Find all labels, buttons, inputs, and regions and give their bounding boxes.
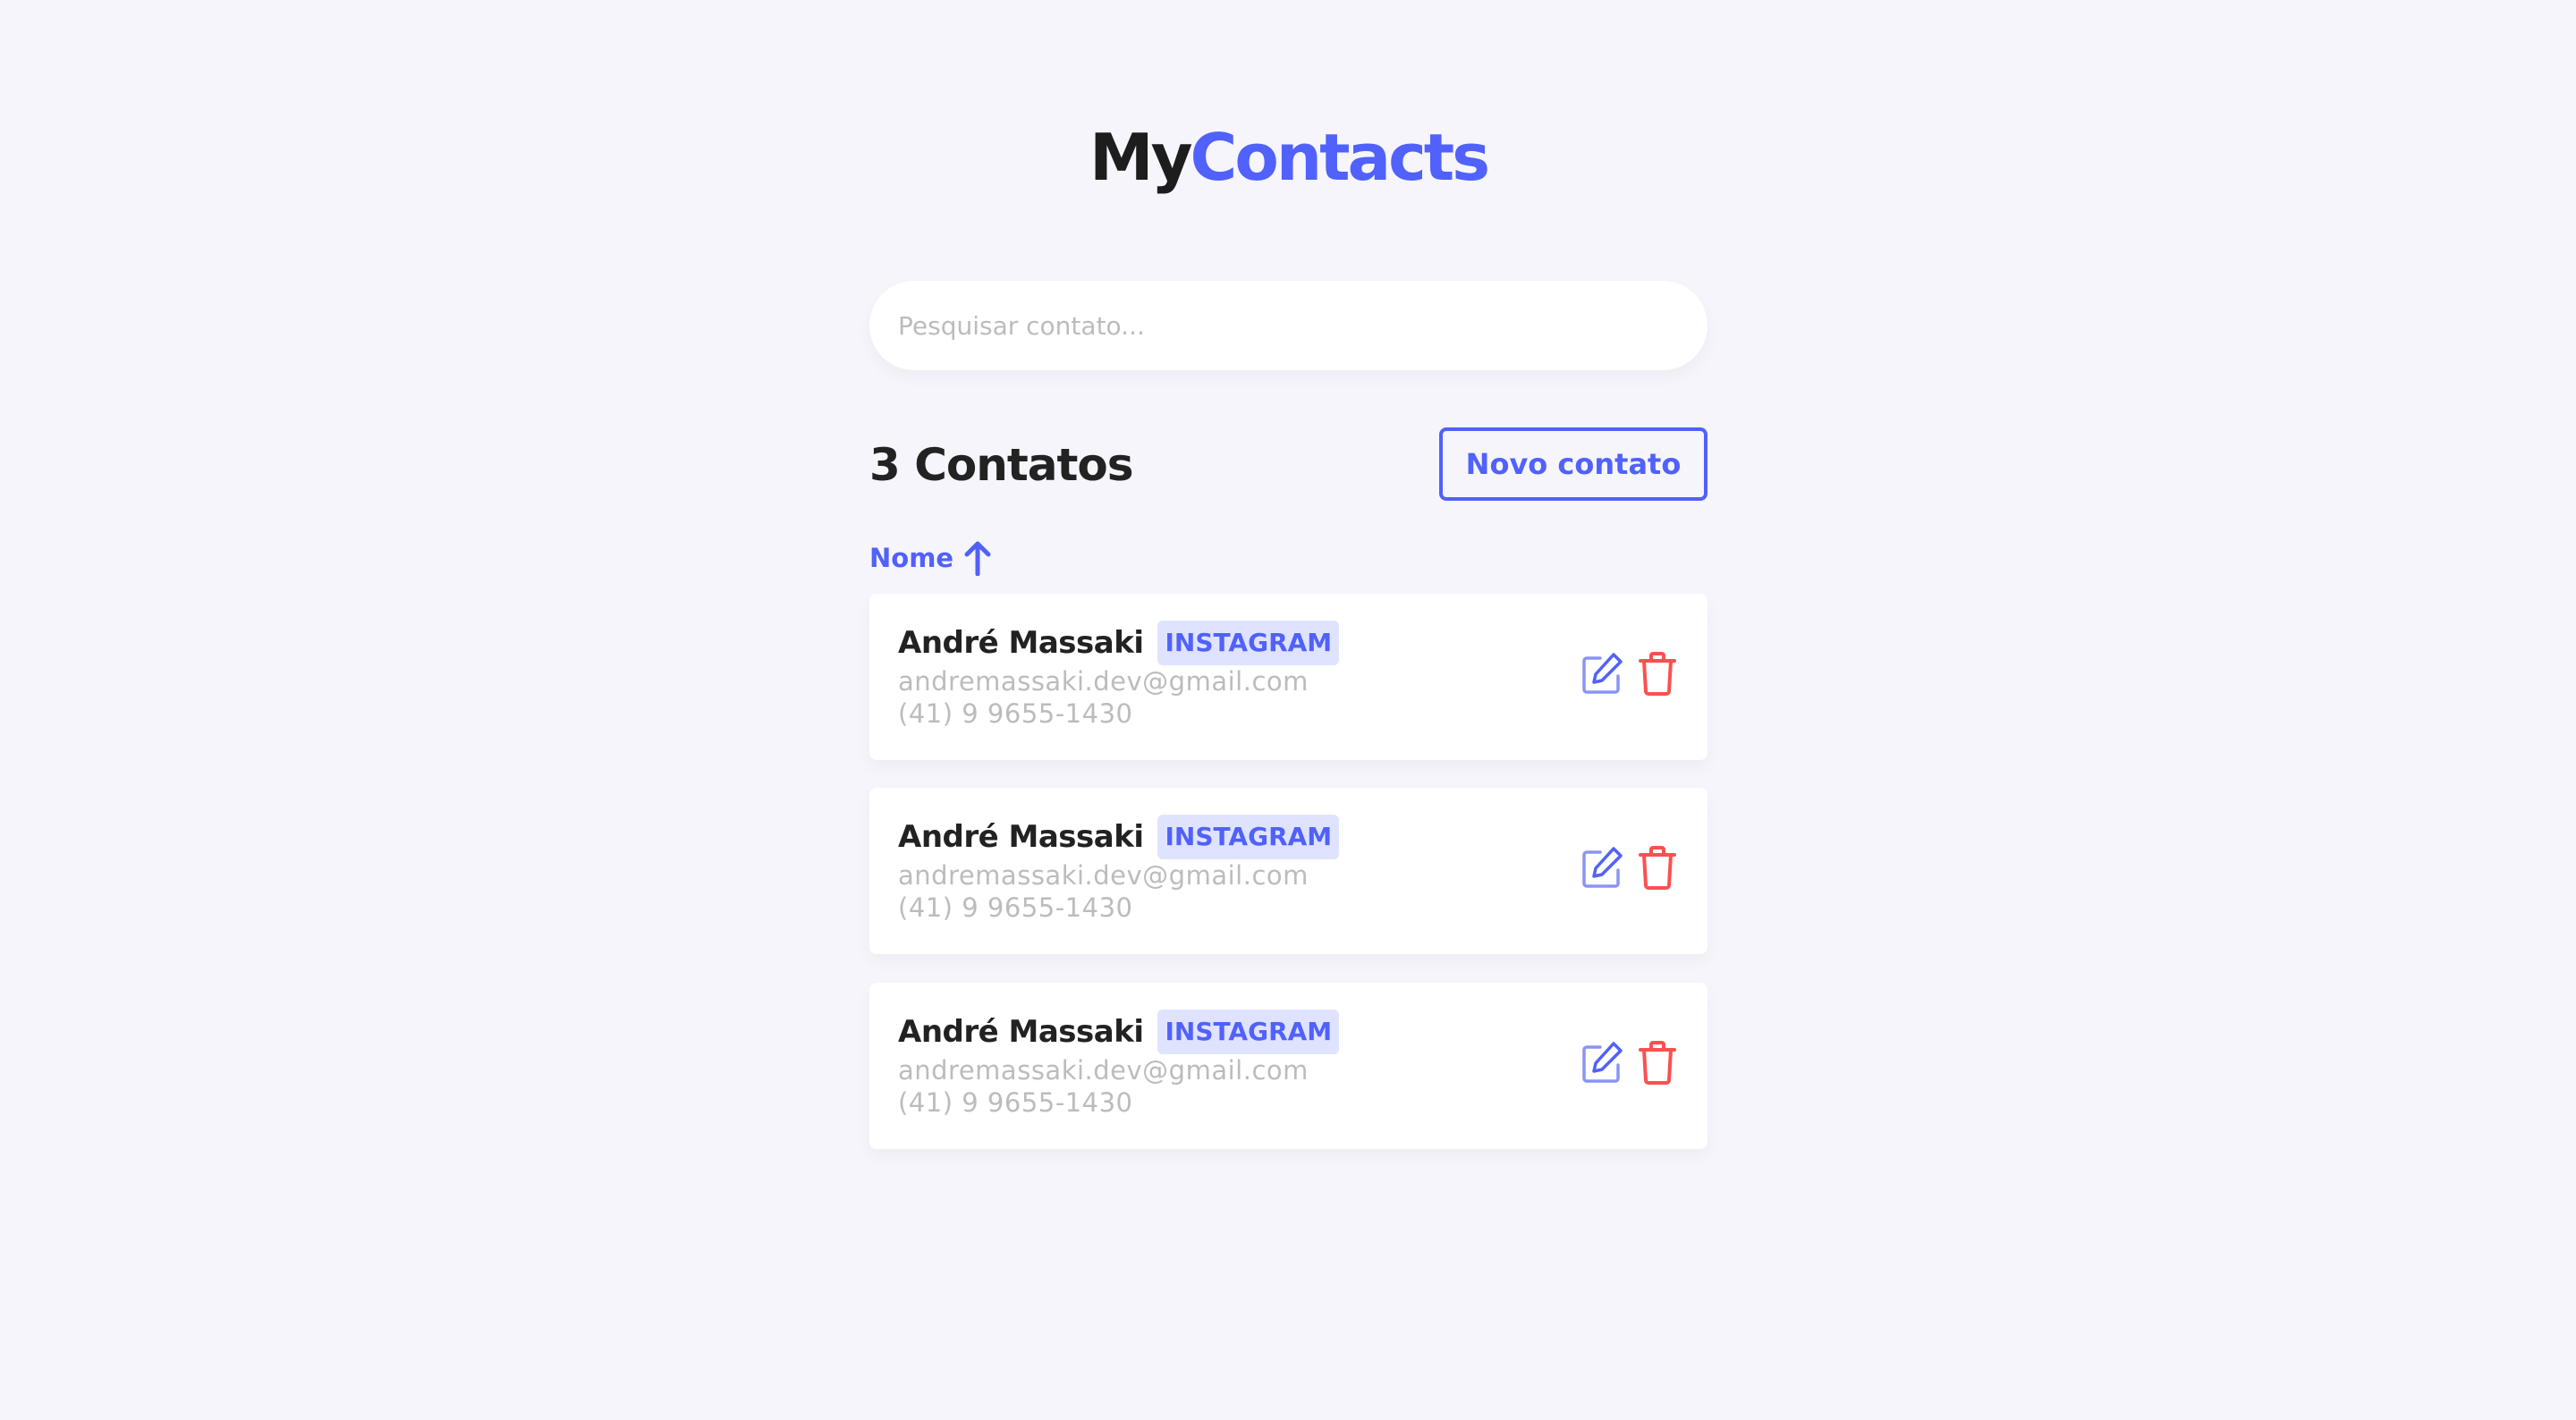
arrow-up-icon — [964, 541, 991, 576]
new-contact-button[interactable]: Novo contato — [1439, 427, 1707, 501]
list-header: 3 Contatos Novo contato — [869, 427, 1707, 501]
edit-contact-button[interactable] — [1580, 845, 1623, 890]
contact-info: André Massaki INSTAGRAM andremassaki.dev… — [898, 815, 1340, 924]
trash-icon — [1639, 1041, 1676, 1085]
contact-name-row: André Massaki INSTAGRAM — [898, 1010, 1340, 1054]
contact-email: andremassaki.dev@gmail.com — [898, 666, 1309, 697]
contact-card: André Massaki INSTAGRAM andremassaki.dev… — [869, 594, 1707, 760]
contact-phone: (41) 9 9655-1430 — [898, 698, 1133, 729]
contact-actions — [1580, 845, 1679, 890]
category-badge: INSTAGRAM — [1157, 621, 1340, 665]
category-badge: INSTAGRAM — [1157, 1010, 1340, 1054]
search-input[interactable] — [869, 281, 1707, 370]
delete-contact-button[interactable] — [1636, 845, 1679, 890]
delete-contact-button[interactable] — [1636, 651, 1679, 696]
category-badge: INSTAGRAM — [1157, 815, 1340, 859]
trash-icon — [1639, 652, 1676, 696]
contact-name: André Massaki — [898, 819, 1144, 855]
sort-by-name-button[interactable]: Nome — [869, 540, 991, 576]
contact-card: André Massaki INSTAGRAM andremassaki.dev… — [869, 983, 1707, 1149]
app-logo: MyContacts — [869, 114, 1707, 200]
contact-info: André Massaki INSTAGRAM andremassaki.dev… — [898, 621, 1340, 730]
contact-name-row: André Massaki INSTAGRAM — [898, 621, 1340, 665]
edit-icon — [1582, 1042, 1623, 1083]
delete-contact-button[interactable] — [1636, 1040, 1679, 1085]
contact-phone: (41) 9 9655-1430 — [898, 892, 1133, 923]
logo-contacts: Contacts — [1190, 120, 1491, 195]
contact-card: André Massaki INSTAGRAM andremassaki.dev… — [869, 788, 1707, 954]
contact-email: andremassaki.dev@gmail.com — [898, 1055, 1309, 1086]
edit-icon — [1582, 847, 1623, 888]
contact-actions — [1580, 1040, 1679, 1085]
edit-icon — [1582, 653, 1623, 694]
contact-actions — [1580, 651, 1679, 696]
logo-my: My — [1089, 120, 1193, 195]
contact-name-row: André Massaki INSTAGRAM — [898, 815, 1340, 859]
edit-contact-button[interactable] — [1580, 1040, 1623, 1085]
contact-name: André Massaki — [898, 625, 1144, 661]
contact-email: andremassaki.dev@gmail.com — [898, 860, 1309, 891]
trash-icon — [1639, 846, 1676, 890]
sort-label: Nome — [869, 543, 954, 573]
contact-phone: (41) 9 9655-1430 — [898, 1087, 1133, 1118]
contact-info: André Massaki INSTAGRAM andremassaki.dev… — [898, 1010, 1340, 1119]
contacts-count-title: 3 Contatos — [869, 439, 1133, 491]
edit-contact-button[interactable] — [1580, 651, 1623, 696]
contact-name: André Massaki — [898, 1014, 1144, 1050]
